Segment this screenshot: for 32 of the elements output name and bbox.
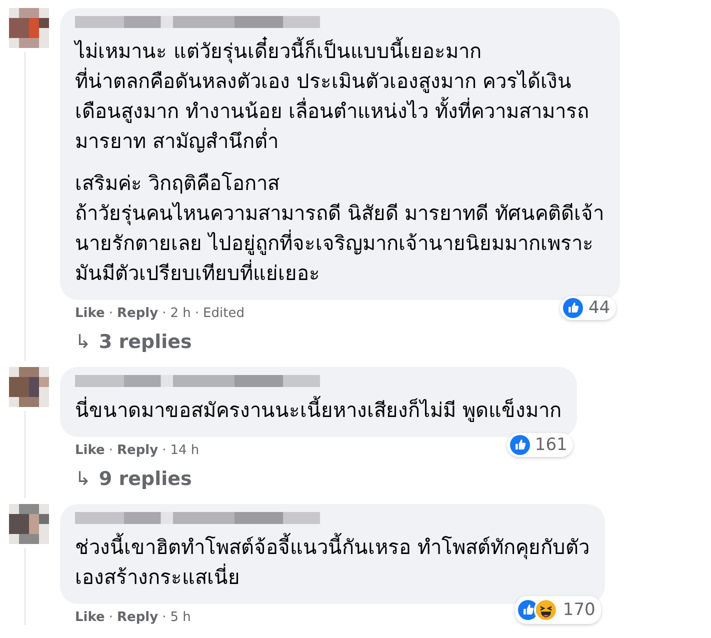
timestamp[interactable]: 2 h: [170, 306, 191, 321]
edited-label: Edited: [203, 306, 244, 321]
like-link[interactable]: Like: [75, 306, 105, 321]
comment-text: ช่วงนี้เขาฮิตทำโพสต์จ้อจี้แนวนี้กันเหรอ ทำโพสต์ทักคุยกับตัว เองสร้างกระแสเนี่ย: [75, 532, 590, 592]
reply-link[interactable]: Reply: [117, 443, 158, 458]
separator: ·: [162, 610, 166, 625]
comment-text: นี่ขนาดมาขอสมัครงานนะเนี้ยหางเสียงก็ไม่มี พูดแข็งมาก: [75, 395, 562, 425]
view-replies-link[interactable]: 3 replies: [98, 331, 192, 353]
separator: ·: [194, 306, 200, 321]
separator: ·: [108, 443, 113, 458]
thumbs-up-icon: [563, 298, 584, 318]
separator: ·: [162, 306, 166, 321]
reply-arrow-icon: ↳: [75, 331, 91, 353]
reaction-count[interactable]: 170: [514, 596, 602, 624]
reaction-count[interactable]: 44: [560, 296, 616, 320]
reaction-count[interactable]: 161: [506, 433, 574, 457]
like-link[interactable]: Like: [75, 610, 105, 625]
thumbs-up-icon: [518, 600, 538, 620]
separator: ·: [162, 443, 166, 458]
comment-text: ไม่เหมานะ แต่วัยรุ่นเดี๋ยวนี้ก็เป็นแบบนี้เยอะมาก ที่น่าตลกคือดันหลงตัวเอง ประเมินตัวเองสูงมาก ควรได้เงิน เดือนสูงมาก ทำงานน้อย เลื่อนตำแหน่งไว ทั้งที่ความสามารถ มารยาท สามัญสำนึกต่ำ: [75, 36, 604, 156]
reply-link[interactable]: Reply: [117, 306, 158, 321]
separator: ·: [108, 610, 113, 625]
timestamp[interactable]: 5 h: [170, 610, 191, 625]
like-link[interactable]: Like: [75, 443, 105, 458]
separator: ·: [108, 306, 113, 321]
thumbs-up-icon: [510, 435, 530, 455]
comment-text: เสริมค่ะ วิกฤติคือโอกาส ถ้าวัยรุ่นคนไหนความสามารถดี นิสัยดี มารยาทดี ทัศนคติดีเจ้า นายรักตายเลย ไปอยู่ถูกที่จะเจริญมากเจ้านายนิยมมากเพราะ มันมีตัวเปรียบเทียบที่แย่เยอะ: [75, 170, 604, 287]
laughing-face-icon: [534, 598, 558, 622]
reply-arrow-icon: ↳: [75, 468, 91, 490]
reply-link[interactable]: Reply: [117, 610, 158, 625]
timestamp[interactable]: 14 h: [170, 443, 200, 458]
view-replies-link[interactable]: 9 replies: [98, 468, 192, 490]
